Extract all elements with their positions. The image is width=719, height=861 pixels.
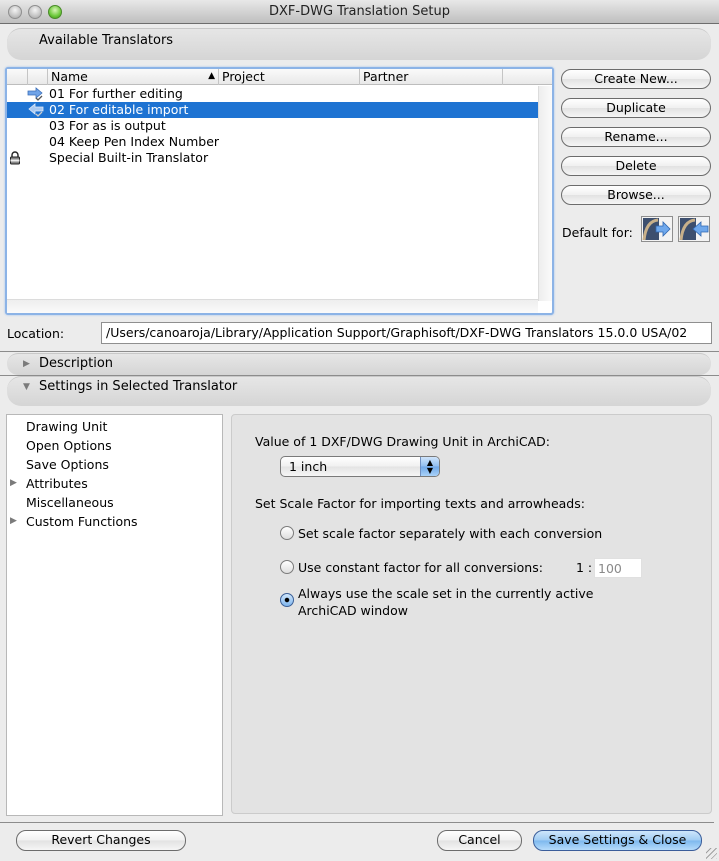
rename-button[interactable]: Rename... — [561, 127, 711, 147]
tree-item-custom-functions[interactable]: ▶ Custom Functions — [7, 512, 222, 531]
create-new-button[interactable]: Create New... — [561, 69, 711, 89]
column-name-label: Name — [51, 69, 88, 84]
footer-divider — [0, 822, 714, 823]
tree-item-drawing-unit[interactable]: Drawing Unit — [7, 417, 222, 436]
disclosure-collapsed-icon[interactable]: ▶ — [23, 359, 30, 369]
translator-row[interactable]: 01 For further editing — [7, 86, 538, 102]
column-header-project[interactable]: Project — [218, 69, 359, 85]
tree-item-label: Miscellaneous — [26, 495, 114, 510]
ratio-prefix: 1 : — [576, 560, 593, 575]
browse-button[interactable]: Browse... — [561, 185, 711, 205]
column-project-label: Project — [222, 69, 265, 84]
translator-row[interactable]: 04 Keep Pen Index Number — [7, 134, 538, 150]
radio-active-window-label-line2: ArchiCAD window — [298, 603, 408, 618]
selected-unit: 1 inch — [289, 459, 328, 474]
location-label: Location: — [7, 326, 65, 341]
translator-name: 01 For further editing — [49, 86, 183, 101]
ratio-input[interactable]: 100 — [594, 558, 642, 578]
column-header-partner[interactable]: Partner — [359, 69, 502, 85]
expand-triangle-icon[interactable]: ▶ — [10, 512, 17, 531]
translator-name: 03 For as is output — [49, 118, 166, 133]
translator-name: 02 For editable import — [49, 102, 189, 117]
radio-active-window-label-line1: Always use the scale set in the currentl… — [298, 586, 594, 601]
radio-separate-scale-label: Set scale factor separately with each co… — [298, 526, 603, 541]
lock-icon — [10, 151, 20, 165]
settings-section-header[interactable]: ▼ Settings in Selected Translator — [7, 376, 711, 406]
default-for-export-button[interactable] — [641, 216, 673, 242]
tree-item-label: Drawing Unit — [26, 419, 108, 434]
horizontal-scrollbar[interactable] — [7, 299, 538, 313]
scale-factor-label: Set Scale Factor for importing texts and… — [255, 496, 585, 511]
import-default-icon — [679, 218, 709, 241]
column-header-name[interactable]: Name ▲ — [47, 69, 218, 85]
column-header-icon[interactable] — [27, 69, 47, 85]
radio-active-window-scale[interactable] — [280, 593, 294, 607]
vertical-scrollbar[interactable] — [538, 86, 552, 301]
tree-item-label: Attributes — [26, 476, 88, 491]
duplicate-button[interactable]: Duplicate — [561, 98, 711, 118]
column-partner-label: Partner — [363, 69, 409, 84]
tree-item-open-options[interactable]: Open Options — [7, 436, 222, 455]
translator-name: Special Built-in Translator — [49, 150, 209, 165]
divider — [0, 351, 719, 352]
translator-row[interactable]: 03 For as is output — [7, 118, 538, 134]
radio-constant-factor-label: Use constant factor for all conversions: — [298, 560, 543, 575]
section-label: Available Translators — [39, 33, 174, 48]
default-for-label: Default for: — [562, 225, 633, 240]
title-bar: DXF-DWG Translation Setup — [0, 0, 719, 24]
tree-item-label: Open Options — [26, 438, 112, 453]
location-field[interactable]: /Users/canoaroja/Library/Application Sup… — [101, 322, 712, 344]
radio-constant-factor[interactable] — [280, 560, 294, 574]
revert-changes-button[interactable]: Revert Changes — [16, 830, 186, 851]
settings-tree[interactable]: Drawing Unit Open Options Save Options ▶… — [6, 414, 223, 816]
drawing-unit-select[interactable]: 1 inch ▲ ▼ — [280, 456, 440, 477]
radio-separate-scale[interactable] — [280, 526, 294, 540]
description-section-header[interactable]: ▶ Description — [7, 353, 711, 375]
tree-item-attributes[interactable]: ▶ Attributes — [7, 474, 222, 493]
tree-item-miscellaneous[interactable]: Miscellaneous — [7, 493, 222, 512]
description-label: Description — [39, 356, 114, 371]
sort-ascending-icon: ▲ — [208, 71, 215, 81]
disclosure-expanded-icon[interactable]: ▼ — [23, 382, 30, 392]
tree-item-label: Custom Functions — [26, 514, 138, 529]
list-header: Name ▲ Project Partner — [7, 69, 552, 85]
minimize-window-button[interactable] — [28, 5, 42, 19]
translator-row-selected[interactable]: 02 For editable import — [7, 102, 538, 118]
close-window-button[interactable] — [8, 5, 22, 19]
tree-item-label: Save Options — [26, 457, 109, 472]
cancel-button[interactable]: Cancel — [437, 830, 522, 851]
window-title: DXF-DWG Translation Setup — [269, 4, 450, 19]
drawing-unit-value-label: Value of 1 DXF/DWG Drawing Unit in Archi… — [255, 434, 551, 449]
save-settings-close-button[interactable]: Save Settings & Close — [533, 830, 702, 851]
column-header-default[interactable] — [7, 69, 27, 85]
resize-grip-icon[interactable] — [706, 848, 717, 859]
delete-button[interactable]: Delete — [561, 156, 711, 176]
translator-name: 04 Keep Pen Index Number — [49, 134, 220, 149]
zoom-window-button[interactable] — [48, 5, 62, 19]
column-header-extra — [502, 69, 528, 85]
tree-item-save-options[interactable]: Save Options — [7, 455, 222, 474]
settings-label: Settings in Selected Translator — [39, 379, 238, 394]
available-translators-header: Available Translators — [7, 28, 711, 60]
expand-triangle-icon[interactable]: ▶ — [10, 474, 17, 493]
import-arrow-icon — [28, 103, 44, 117]
export-arrow-icon — [27, 87, 43, 101]
select-stepper-icon: ▲ ▼ — [420, 457, 439, 476]
translator-row[interactable]: Special Built-in Translator — [7, 150, 538, 166]
translator-list[interactable]: Name ▲ Project Partner 01 For further ed… — [5, 67, 554, 315]
export-default-icon — [642, 218, 671, 241]
default-for-import-button[interactable] — [678, 216, 710, 242]
